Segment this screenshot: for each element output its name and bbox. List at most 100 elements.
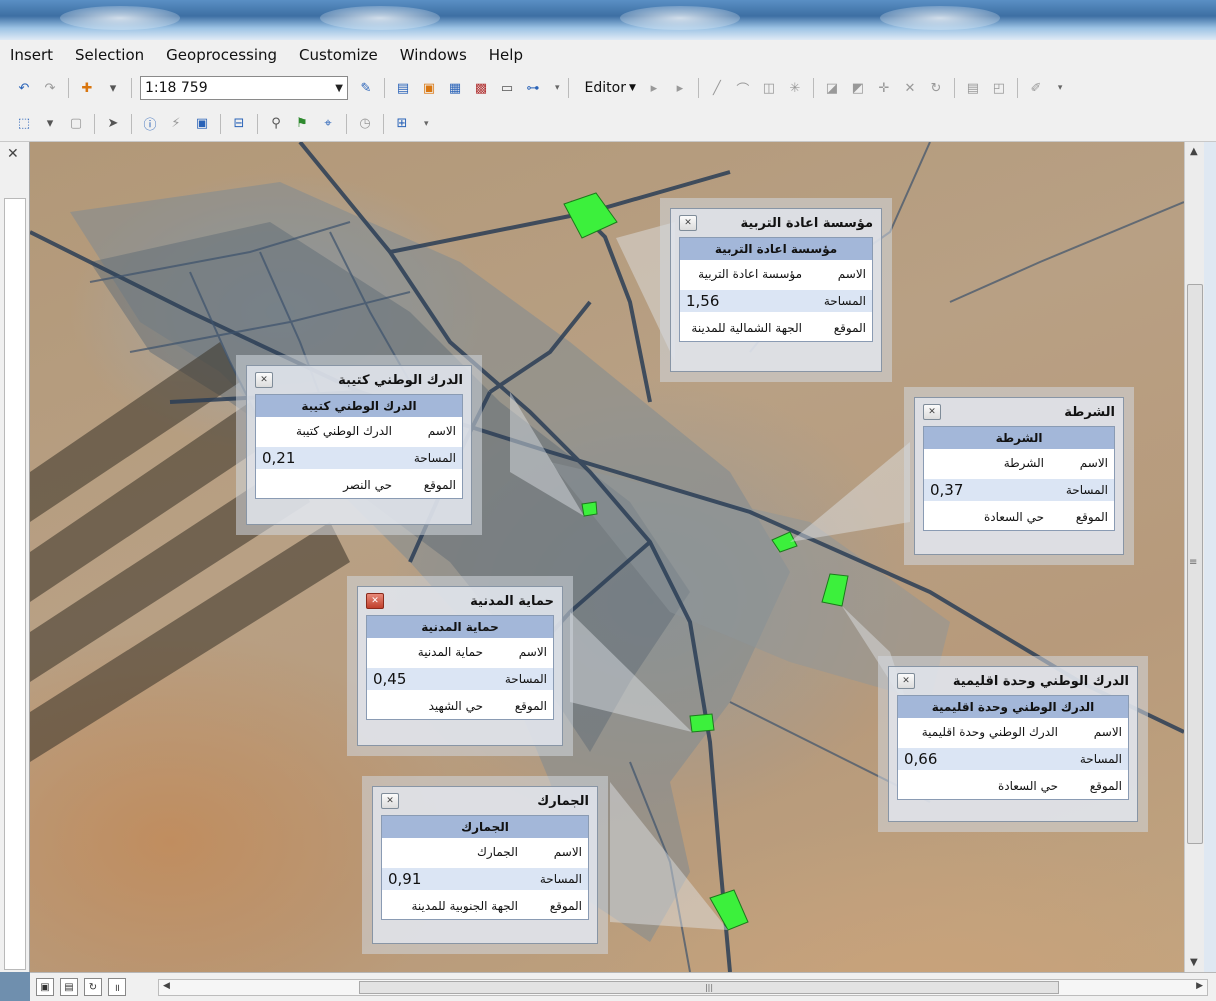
python-window-icon[interactable]: ▭ (497, 78, 517, 98)
close-icon[interactable]: ✕ (7, 146, 19, 162)
editor-toolbar-icon[interactable]: ✎ (356, 78, 376, 98)
popup-body: مؤسسة اعادة التربية الاسم مؤسسة اعادة الت… (679, 237, 873, 342)
popup-title: الدرك الوطني كتيبة (338, 372, 463, 388)
trace-icon[interactable]: ◫ (759, 78, 779, 98)
html-popup-icon[interactable]: ▣ (192, 114, 212, 134)
popup-row-name: الاسم الجمارك (382, 838, 588, 865)
field-label: المساحة (808, 289, 872, 312)
layout-view-icon[interactable]: ▤ (60, 978, 78, 996)
sketch-properties-icon[interactable]: ◰ (989, 78, 1009, 98)
popup-row-location: الموقع الجهة الجنوبية للمدينة (382, 892, 588, 919)
refresh-icon[interactable]: ↻ (84, 978, 102, 996)
map-scale-combobox[interactable]: 1:18 759 ▼ (140, 76, 348, 100)
popup-header: الدرك الوطني وحدة اقليمية (898, 696, 1128, 718)
popup-body: حماية المدنية الاسم حماية المدنية المساحة… (366, 615, 554, 720)
field-label: الموقع (549, 898, 582, 913)
menu-geoprocessing[interactable]: Geoprocessing (166, 46, 277, 64)
hyperlink-icon[interactable]: ⚡ (166, 114, 186, 134)
field-label: المساحة (1064, 747, 1128, 770)
scroll-down-icon[interactable]: ▼ (1190, 957, 1198, 968)
edit-vertices-icon[interactable]: ◪ (822, 78, 842, 98)
viewer-window-icon[interactable]: ⊞ (392, 114, 412, 134)
scroll-up-icon[interactable]: ▲ (1190, 146, 1198, 157)
clear-selection-icon[interactable]: ▢ (66, 114, 86, 134)
modelbuilder-icon[interactable]: ⊶ (523, 78, 543, 98)
scrollbar-thumb[interactable]: ||| (359, 981, 1059, 994)
identify-icon[interactable]: ⓘ (140, 114, 160, 134)
select-by-rectangle-icon[interactable]: ⬚ (14, 114, 34, 134)
close-icon[interactable]: ✕ (381, 793, 399, 809)
window-right-edge (1204, 142, 1216, 972)
editor-menu-button[interactable]: Editor ▼ (585, 80, 636, 96)
popup-body: الدرك الوطني وحدة اقليمية الاسم الدرك الو… (897, 695, 1129, 800)
toolbar-overflow-icon[interactable]: ▾ (1058, 83, 1063, 93)
close-icon[interactable]: ✕ (897, 673, 915, 689)
close-icon[interactable]: ✕ (923, 404, 941, 420)
menu-windows[interactable]: Windows (400, 46, 467, 64)
table-of-contents-icon[interactable]: ▤ (393, 78, 413, 98)
chevron-down-icon[interactable]: ▼ (335, 83, 343, 94)
add-data-icon[interactable]: ✚ (77, 78, 97, 98)
find-icon[interactable]: ⚲ (266, 114, 286, 134)
point-icon[interactable]: ✳ (785, 78, 805, 98)
field-label: الموقع (514, 698, 547, 713)
edit-annotation-icon[interactable]: ▸ (670, 78, 690, 98)
toolbar-overflow-icon[interactable]: ▾ (555, 83, 560, 93)
popup-row-location: الموقع حي النصر (256, 471, 462, 498)
edit-tool-icon[interactable]: ▸ (644, 78, 664, 98)
popup-police: الشرطة ✕ الشرطة الاسم الشرطة المساحة 0,37 … (914, 397, 1124, 555)
table-of-contents-list[interactable] (4, 198, 26, 970)
popup-header: الدرك الوطني كتيبة (256, 395, 462, 417)
menu-help[interactable]: Help (489, 46, 523, 64)
popup-body: الشرطة الاسم الشرطة المساحة 0,37 الموقع حي … (923, 426, 1115, 531)
toolbar-separator (346, 113, 347, 134)
find-route-icon[interactable]: ⚑ (292, 114, 312, 134)
select-dropdown-icon[interactable]: ▾ (40, 114, 60, 134)
rotate-icon[interactable]: ↻ (926, 78, 946, 98)
add-data-dropdown-icon[interactable]: ▾ (103, 78, 123, 98)
map-view[interactable]: مؤسسة اعادة التربية ✕ مؤسسة اعادة التربي… (30, 142, 1184, 972)
field-value: الدرك الوطني وحدة اقليمية (921, 724, 1058, 739)
field-value: 0,91 (382, 867, 524, 890)
field-value: حي السعادة (997, 778, 1058, 793)
create-features-icon[interactable]: ✐ (1026, 78, 1046, 98)
popup-body: الجمارك الاسم الجمارك المساحة 0,91 الموقع ا… (381, 815, 589, 920)
split-icon[interactable]: ✕ (900, 78, 920, 98)
popup-regional-gendarmerie: الدرك الوطني وحدة اقليمية ✕ الدرك الوطني… (888, 666, 1138, 822)
field-label: الموقع (423, 477, 456, 492)
toolbar-separator (94, 113, 95, 134)
close-icon[interactable]: ✕ (679, 215, 697, 231)
end-point-arc-icon[interactable]: ⌒ (733, 78, 753, 98)
toolbar-overflow-icon[interactable]: ▾ (424, 119, 429, 129)
toolbar-separator (68, 78, 69, 98)
reshape-icon[interactable]: ◩ (848, 78, 868, 98)
map-horizontal-scrollbar[interactable]: ◀ ||| ▶ (158, 979, 1208, 996)
menu-customize[interactable]: Customize (299, 46, 378, 64)
pause-drawing-icon[interactable]: ॥ (108, 978, 126, 996)
field-label: الاسم (518, 644, 547, 659)
map-vertical-scrollbar[interactable]: ▲ ≡ ▼ (1184, 142, 1204, 972)
undo-icon[interactable]: ↶ (14, 78, 34, 98)
cut-polygons-icon[interactable]: ✛ (874, 78, 894, 98)
popup-gendarmerie-battalion: الدرك الوطني كتيبة ✕ الدرك الوطني كتيبة … (246, 365, 472, 525)
arctoolbox-icon[interactable]: ▩ (471, 78, 491, 98)
field-value: 0,66 (898, 747, 1064, 770)
straight-segment-icon[interactable]: ╱ (707, 78, 727, 98)
attributes-icon[interactable]: ▤ (963, 78, 983, 98)
close-icon[interactable]: ✕ (255, 372, 273, 388)
scroll-left-icon[interactable]: ◀ (163, 981, 170, 991)
measure-icon[interactable]: ⊟ (229, 114, 249, 134)
data-view-icon[interactable]: ▣ (36, 978, 54, 996)
popup-customs: الجمارك ✕ الجمارك الاسم الجمارك المساحة 0,… (372, 786, 598, 944)
menu-insert[interactable]: Insert (10, 46, 53, 64)
search-window-icon[interactable]: ▦ (445, 78, 465, 98)
close-icon[interactable]: ✕ (366, 593, 384, 609)
menu-selection[interactable]: Selection (75, 46, 144, 64)
redo-icon[interactable]: ↷ (40, 78, 60, 98)
catalog-icon[interactable]: ▣ (419, 78, 439, 98)
select-elements-icon[interactable]: ➤ (103, 114, 123, 134)
field-label: الموقع (1089, 778, 1122, 793)
go-to-xy-icon[interactable]: ⌖ (318, 114, 338, 134)
time-slider-icon[interactable]: ◷ (355, 114, 375, 134)
scroll-right-icon[interactable]: ▶ (1196, 981, 1203, 991)
